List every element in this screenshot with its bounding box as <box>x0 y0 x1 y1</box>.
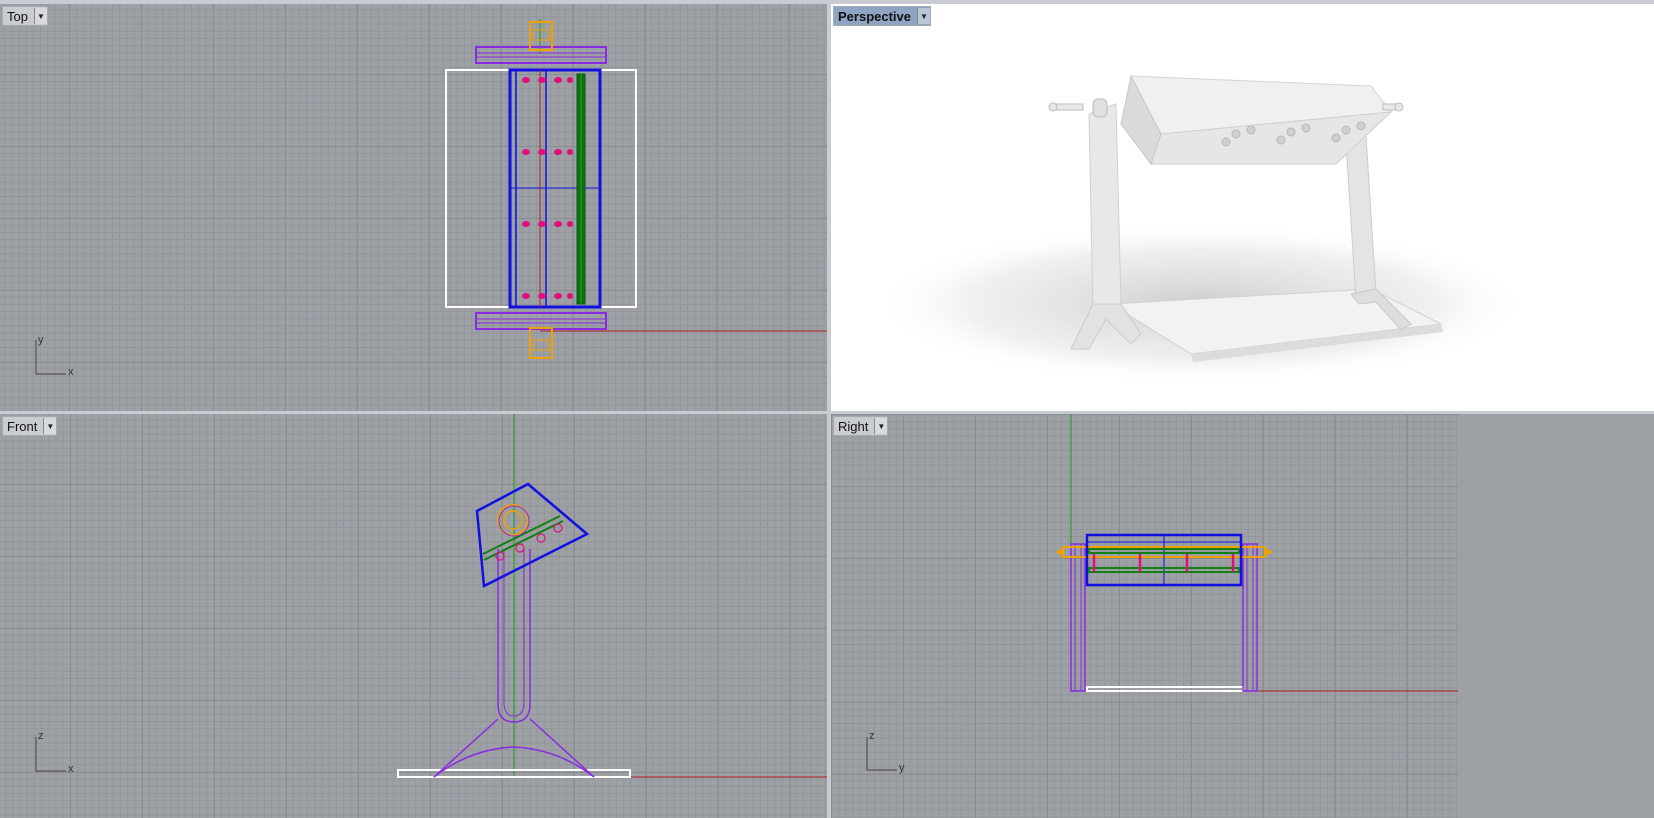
viewport-title: Front <box>7 418 38 434</box>
chevron-down-icon[interactable]: ▼ <box>43 418 57 434</box>
chevron-down-icon[interactable]: ▼ <box>33 8 47 24</box>
viewport-title: Perspective <box>838 8 911 24</box>
viewport-title: Top <box>7 8 28 24</box>
right-view-geometry[interactable] <box>831 414 1654 818</box>
top-view-geometry[interactable] <box>0 4 827 411</box>
axis-label-horizontal: y <box>899 762 905 774</box>
viewport-tab-front[interactable]: Front ▼ <box>2 416 58 436</box>
perspective-viewport[interactable]: Perspective ▼ <box>831 4 1654 411</box>
axis-label-vertical: z <box>38 730 44 742</box>
axis-label-horizontal: x <box>68 763 74 775</box>
viewport-tab-top[interactable]: Top ▼ <box>2 6 48 26</box>
front-viewport[interactable]: Front ▼ z x <box>0 414 827 818</box>
chevron-down-icon[interactable]: ▼ <box>917 8 930 24</box>
right-viewport[interactable]: Right ▼ z y <box>831 414 1654 818</box>
front-view-geometry[interactable] <box>0 414 827 818</box>
top-viewport[interactable]: Top ▼ y x <box>0 4 827 411</box>
chevron-down-icon[interactable]: ▼ <box>874 418 888 434</box>
axis-label-vertical: y <box>38 334 44 346</box>
axis-label-horizontal: x <box>68 366 74 378</box>
axis-label-vertical: z <box>869 730 875 742</box>
viewport-tab-perspective[interactable]: Perspective ▼ <box>833 6 931 26</box>
viewport-tab-right[interactable]: Right ▼ <box>833 416 889 436</box>
rendered-model[interactable] <box>831 4 1654 411</box>
viewport-title: Right <box>838 418 869 434</box>
